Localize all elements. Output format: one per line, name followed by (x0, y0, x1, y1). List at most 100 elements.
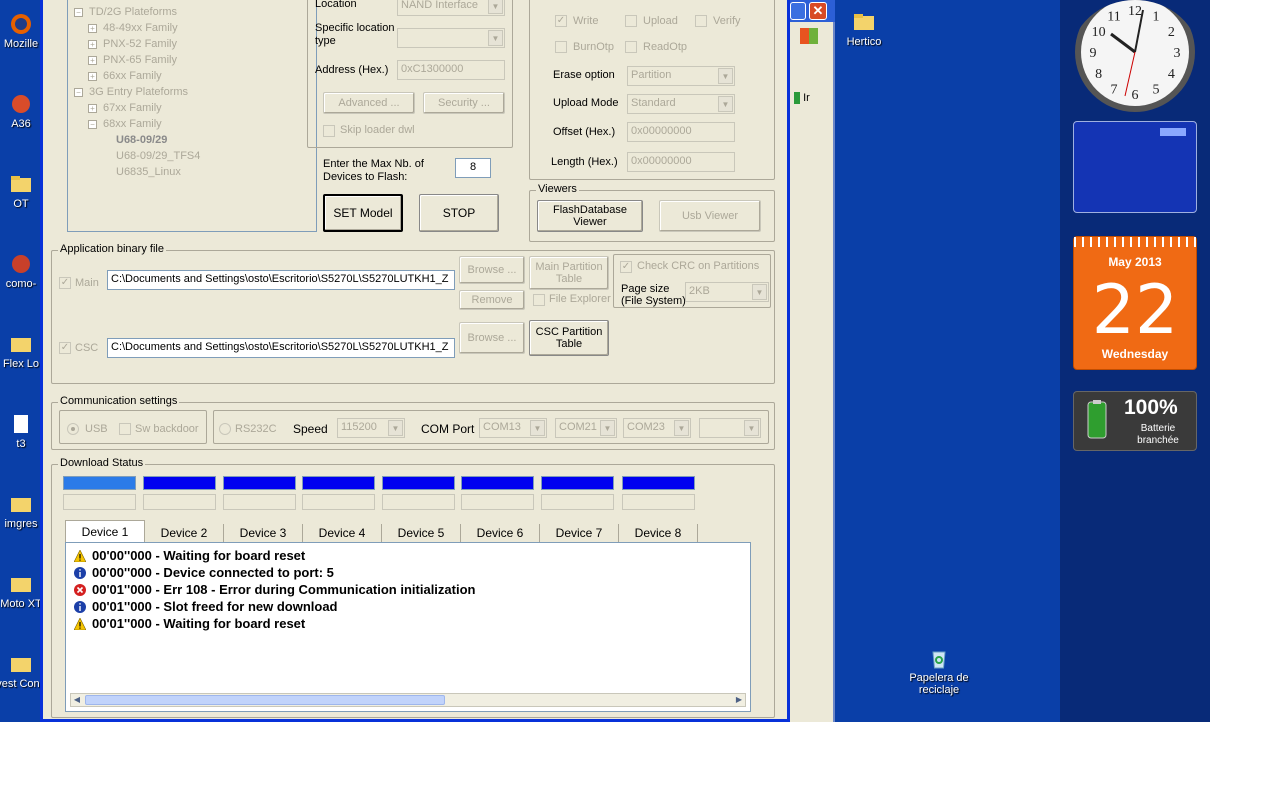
battery-percent: 100% (1124, 396, 1178, 419)
upload-mode-select[interactable]: Standard ▼ (627, 94, 735, 114)
location-select[interactable]: NAND Interface ▼ (397, 0, 505, 16)
clock-gadget: 12 12 3 45678 9 1011 (1075, 0, 1195, 112)
clock-numeral: 5 (1153, 82, 1160, 97)
max-devices-field[interactable]: 8 (455, 158, 491, 178)
usb-label: USB (85, 423, 108, 435)
write-checkbox[interactable]: ✓ (555, 15, 567, 27)
tree-node[interactable]: +67xx Family (88, 102, 162, 114)
check-crc-checkbox[interactable]: ✓ (620, 261, 632, 273)
main-checkbox[interactable]: ✓ (59, 277, 71, 289)
com-port-select[interactable]: COM13 ▼ (479, 418, 547, 438)
tab-device-2[interactable]: Device 2 (145, 524, 224, 542)
skip-loader-checkbox[interactable] (323, 125, 335, 137)
close-button[interactable]: ✕ (809, 2, 827, 20)
scrollbar-thumb[interactable] (85, 695, 445, 705)
tab-device-8[interactable]: Device 8 (619, 524, 698, 542)
erase-option-select[interactable]: Partition ▼ (627, 66, 735, 86)
tab-device-6[interactable]: Device 6 (461, 524, 540, 542)
device-status-cell (622, 494, 695, 510)
offset-field[interactable]: 0x00000000 (627, 122, 735, 142)
scroll-left-icon[interactable]: ◀ (71, 694, 83, 706)
readotp-checkbox[interactable] (625, 41, 637, 53)
device-status-cell (223, 494, 296, 510)
offset-label: Offset (Hex.) (553, 126, 616, 138)
log-line: 00'01''000 - Waiting for board reset (74, 616, 305, 631)
com-port-select[interactable]: COM23 ▼ (623, 418, 691, 438)
set-model-button[interactable]: SET Model (323, 194, 403, 232)
chevron-down-icon: ▼ (718, 96, 733, 112)
tree-node[interactable]: −3G Entry Plateforms (74, 86, 188, 98)
address-field[interactable]: 0xC1300000 (397, 60, 505, 80)
tab-device-1[interactable]: Device 1 (65, 520, 145, 542)
tree-node-selected[interactable]: U68-09/29 (116, 134, 167, 146)
max-devices-label: Enter the Max Nb. of Devices to Flash: (323, 158, 424, 183)
info-icon (74, 566, 86, 579)
clock-numeral: 1 (1153, 10, 1160, 25)
burnotp-checkbox[interactable] (555, 41, 567, 53)
device-progress-bar (63, 476, 136, 490)
page-size-select[interactable]: 2KB ▼ (685, 282, 769, 302)
device-log[interactable]: 00'00''000 - Waiting for board reset 00'… (65, 542, 751, 712)
sw-backdoor-checkbox[interactable] (119, 423, 131, 435)
device-status-cell (63, 494, 136, 510)
stop-button[interactable]: STOP (419, 194, 499, 232)
main-partition-button[interactable]: Main Partition Table (529, 256, 609, 290)
desktop-icon-recycle-bin[interactable]: Papelera de reciclaje (904, 646, 974, 696)
tab-device-7[interactable]: Device 7 (540, 524, 619, 542)
tree-node[interactable]: U6835_Linux (116, 166, 181, 178)
csc-partition-button[interactable]: CSC Partition Table (529, 320, 609, 356)
calendar-month: May 2013 (1108, 255, 1162, 269)
chevron-down-icon: ▼ (744, 420, 759, 436)
document-icon (14, 415, 28, 433)
main-path-field[interactable]: C:\Documents and Settings\osto\Escritori… (107, 270, 455, 290)
speed-select[interactable]: 115200 ▼ (337, 418, 405, 438)
advanced-button[interactable]: Advanced ... (323, 92, 415, 114)
address-label: Address (Hex.) (315, 64, 389, 76)
erase-option-label: Erase option (553, 69, 615, 81)
flashdb-viewer-button[interactable]: FlashDatabase Viewer (537, 200, 643, 232)
clock-numeral: 10 (1092, 25, 1106, 40)
file-explorer-checkbox[interactable] (533, 294, 545, 306)
usb-radio[interactable] (67, 423, 79, 435)
restore-button[interactable] (790, 2, 806, 20)
tree-node[interactable]: U68-09/29_TFS4 (116, 150, 200, 162)
chevron-down-icon: ▼ (488, 0, 503, 14)
security-button[interactable]: Security ... (423, 92, 505, 114)
main-browse-button[interactable]: Browse ... (459, 256, 525, 284)
tab-device-5[interactable]: Device 5 (382, 524, 461, 542)
upload-checkbox[interactable] (625, 15, 637, 27)
background-window[interactable]: ✕ Ir (790, 0, 835, 722)
log-line: 00'00''000 - Waiting for board reset (74, 548, 305, 563)
desktop-icon-hertico[interactable]: Hertico (829, 10, 899, 48)
clock-numeral: 4 (1168, 67, 1175, 82)
tab-device-4[interactable]: Device 4 (303, 524, 382, 542)
usb-viewer-button[interactable]: Usb Viewer (659, 200, 761, 232)
device-progress-bar (382, 476, 455, 490)
warning-icon (74, 617, 86, 630)
tree-node[interactable]: + PNX-65 Family (88, 54, 177, 66)
main-label: Main (75, 277, 99, 289)
csc-checkbox[interactable]: ✓ (59, 342, 71, 354)
tree-node[interactable]: − TD/2G Plateforms (74, 6, 177, 18)
verify-checkbox[interactable] (695, 15, 707, 27)
tab-device-3[interactable]: Device 3 (224, 524, 303, 542)
sw-backdoor-label: Sw backdoor (135, 423, 199, 435)
csc-browse-button[interactable]: Browse ... (459, 322, 525, 354)
length-field[interactable]: 0x00000000 (627, 152, 735, 172)
tree-node[interactable]: +66xx Family (88, 70, 162, 82)
scroll-right-icon[interactable]: ▶ (733, 694, 745, 706)
rs232-radio[interactable] (219, 423, 231, 435)
platform-tree[interactable]: − TD/2G Plateforms +48-49xx Family + PNX-5… (67, 0, 317, 232)
remove-button[interactable]: Remove (459, 290, 525, 310)
specific-location-select[interactable]: ▼ (397, 28, 505, 48)
device-status-cell (143, 494, 216, 510)
side-window-item[interactable]: Ir (790, 92, 835, 108)
csc-path-field[interactable]: C:\Documents and Settings\osto\Escritori… (107, 338, 455, 358)
com-port-select[interactable]: ▼ (699, 418, 761, 438)
tree-node[interactable]: + PNX-52 Family (88, 38, 177, 50)
tree-node[interactable]: −68xx Family (88, 118, 162, 130)
com-port-select[interactable]: COM21 ▼ (555, 418, 617, 438)
horizontal-scrollbar[interactable]: ◀ ▶ (70, 693, 746, 707)
device-progress-bar (461, 476, 534, 490)
tree-node[interactable]: +48-49xx Family (88, 22, 178, 34)
